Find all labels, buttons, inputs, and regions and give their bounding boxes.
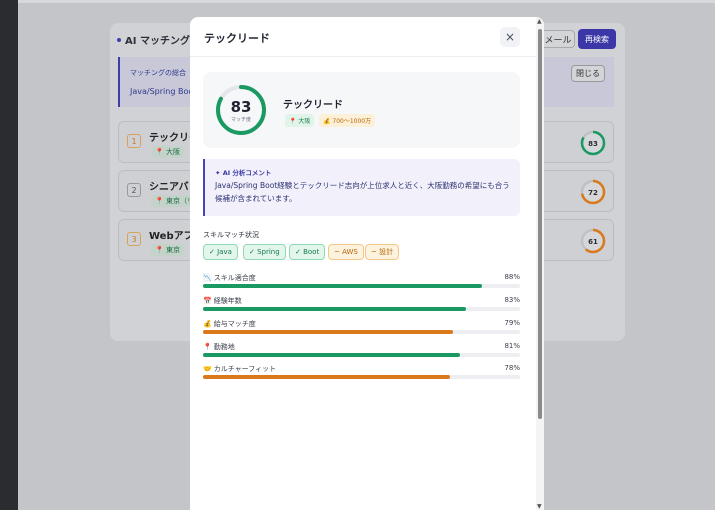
match-score-value: 83	[230, 98, 252, 116]
job-detail-modal: テックリード × 83 マッチ度 テックリード 📍 大阪 💰 700〜1000万…	[190, 17, 544, 510]
metric-fill	[203, 307, 467, 311]
mail-button[interactable]: メール	[541, 30, 575, 48]
metric-label: 📅 経験年数	[203, 296, 242, 306]
skill-chip-spring: ✓ Spring	[243, 244, 286, 260]
ai-comment-text: Java/Spring Boot経験とテックリード志向が上位求人と近く、大阪勤務…	[215, 181, 510, 203]
result-row-location: 📍 東京	[151, 244, 184, 256]
research-button[interactable]: 再検索	[578, 29, 616, 49]
metric-track	[203, 307, 520, 311]
left-edge-bar	[0, 0, 18, 510]
metric-fill	[203, 353, 460, 357]
background-close-button[interactable]: 閉じる	[571, 65, 605, 82]
rank-badge: 1	[127, 134, 141, 148]
job-title: テックリード	[283, 100, 343, 111]
metric-salary: 💰 給与マッチ度 79%	[203, 319, 520, 339]
skill-chip-boot: ✓ Boot	[289, 244, 326, 260]
metric-label: 🤝 カルチャーフィット	[203, 364, 276, 374]
ai-comment-box: ✦ AI 分析コメント Java/Spring Boot経験とテックリード志向が…	[203, 159, 520, 216]
modal-scrollbar[interactable]: ▲ ▼	[536, 17, 544, 510]
banner-line-2: Java/Spring Boo	[130, 87, 194, 96]
scroll-up-icon[interactable]: ▲	[537, 18, 542, 25]
metric-label-text: カルチャーフィット	[213, 365, 277, 373]
scroll-down-icon[interactable]: ▼	[537, 503, 542, 510]
metric-label-text: 勤務地	[213, 343, 235, 351]
modal-header: テックリード ×	[190, 17, 536, 57]
metric-experience: 📅 経験年数 83%	[203, 296, 520, 316]
title-dot-icon	[117, 37, 121, 42]
metric-track	[203, 284, 520, 288]
calendar-icon: 📅	[203, 297, 212, 305]
banner-line-1: マッチングの総合	[130, 69, 186, 77]
background-panel-title: AI マッチング	[117, 32, 190, 47]
metric-track	[203, 375, 520, 379]
result-row-location: 📍 大阪	[151, 146, 184, 158]
match-score-label: マッチ度	[230, 117, 251, 123]
score-ring-value: 72	[588, 189, 598, 197]
salary-badge: 💰 700〜1000万	[319, 114, 376, 127]
ai-comment-title: ✦ AI 分析コメント	[215, 169, 272, 177]
location-badge: 📍 大阪	[285, 114, 315, 127]
metric-percent: 79%	[504, 319, 520, 327]
metric-label: 📉 スキル適合度	[203, 273, 256, 283]
skill-chip-aws: ~ AWS	[328, 244, 364, 260]
score-ring-value: 61	[588, 238, 598, 246]
metric-label: 💰 給与マッチ度	[203, 319, 256, 329]
money-bag-icon: 💰	[203, 320, 212, 328]
metric-percent: 81%	[504, 342, 520, 350]
rank-badge: 3	[127, 232, 141, 246]
metric-skill-fit: 📉 スキル適合度 88%	[203, 273, 520, 293]
match-summary-card: 83 マッチ度 テックリード 📍 大阪 💰 700〜1000万	[203, 72, 520, 148]
metric-fill	[203, 330, 454, 334]
metric-label-text: 給与マッチ度	[213, 320, 256, 328]
metric-culture-fit: 🤝 カルチャーフィット 78%	[203, 364, 520, 384]
modal-title: テックリード	[204, 32, 270, 45]
background-panel-title-text: AI マッチング	[125, 36, 190, 47]
metric-percent: 78%	[504, 364, 520, 372]
chart-icon: 📉	[203, 274, 212, 282]
handshake-icon: 🤝	[203, 365, 212, 373]
scroll-thumb[interactable]	[538, 29, 542, 419]
close-icon[interactable]: ×	[500, 27, 520, 47]
metric-track	[203, 330, 520, 334]
metric-fill	[203, 375, 451, 379]
metric-label-text: 経験年数	[213, 297, 242, 305]
metric-location: 📍 勤務地 81%	[203, 342, 520, 362]
metric-fill	[203, 284, 482, 288]
rank-badge: 2	[127, 183, 141, 197]
background-score-rings: 83 72 61	[580, 130, 606, 254]
metric-track	[203, 353, 520, 357]
skill-chip-java: ✓ Java	[203, 244, 238, 260]
pin-icon: 📍	[203, 343, 212, 351]
metric-label: 📍 勤務地	[203, 342, 235, 352]
metric-percent: 83%	[504, 296, 520, 304]
metric-percent: 88%	[504, 273, 520, 281]
skill-chip-design: ~ 設計	[365, 244, 400, 260]
skills-heading: スキルマッチ状況	[203, 231, 259, 239]
score-ring-value: 83	[588, 140, 598, 148]
metric-label-text: スキル適合度	[213, 274, 256, 282]
